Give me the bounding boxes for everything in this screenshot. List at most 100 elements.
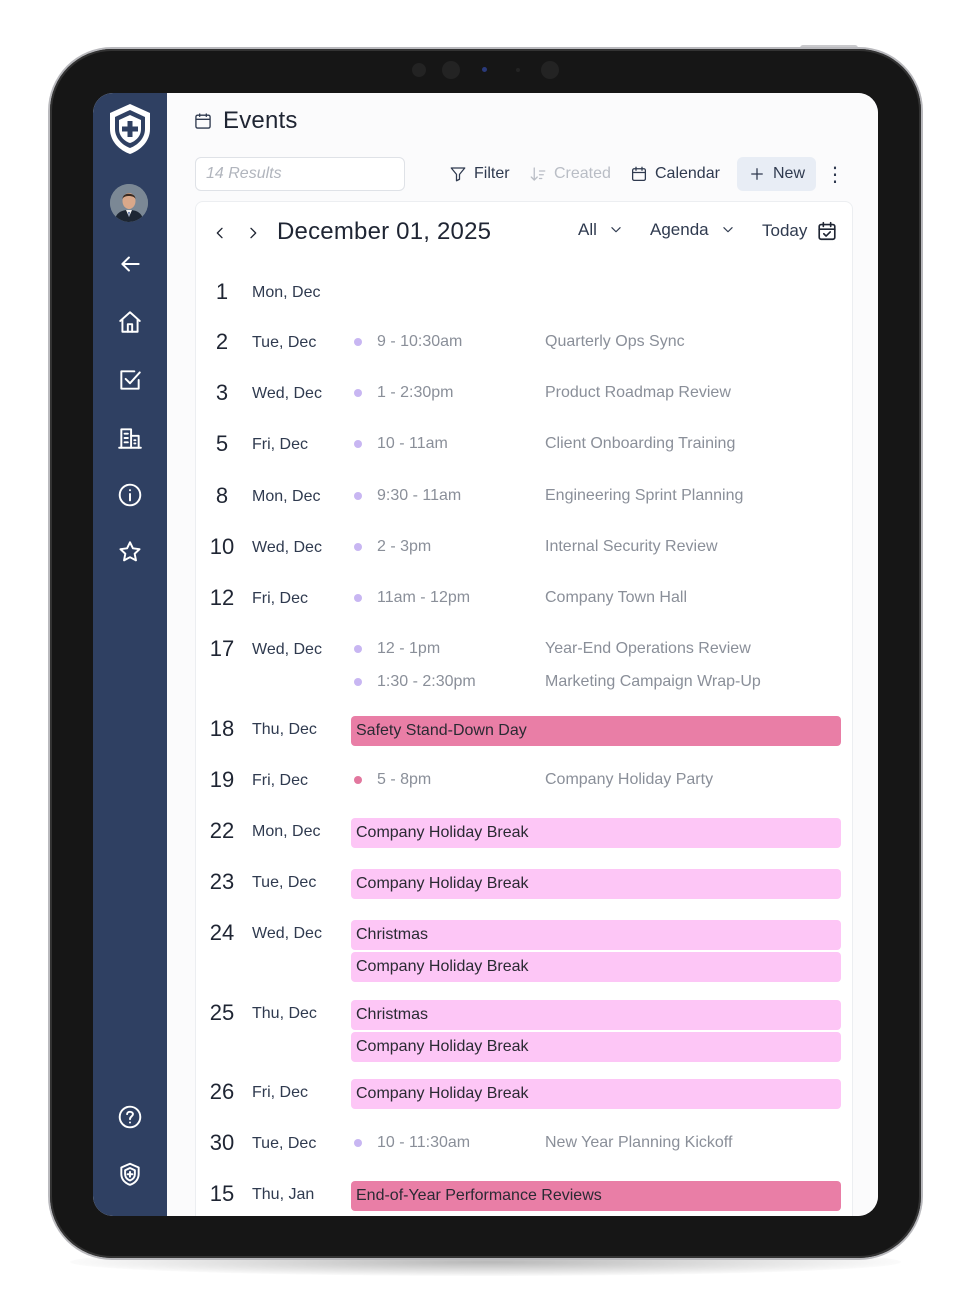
calendar-check-icon [818, 221, 836, 241]
calendar-view-button[interactable]: Calendar [630, 157, 720, 191]
all-day-event[interactable]: Company Holiday Break [351, 818, 841, 848]
view-dropdown[interactable]: Agenda [650, 220, 735, 240]
day-number[interactable]: 5 [196, 429, 248, 459]
calendar-view-label: Calendar [655, 165, 720, 182]
event-dot-icon [354, 389, 362, 397]
timed-event[interactable]: 9 - 10:30am Quarterly Ops Sync [352, 329, 842, 355]
all-day-event[interactable]: Company Holiday Break [351, 869, 841, 899]
event-title: Internal Security Review [545, 538, 718, 555]
event-title: Company Holiday Party [545, 771, 714, 788]
info-icon[interactable] [115, 480, 145, 510]
indicator-light [482, 67, 487, 72]
timed-event[interactable]: 9:30 - 11am Engineering Sprint Planning [352, 483, 842, 509]
timed-event[interactable]: 5 - 8pm Company Holiday Party [352, 767, 842, 793]
day-number[interactable]: 30 [196, 1128, 248, 1158]
timed-event[interactable]: 12 - 1pm Year-End Operations Review [352, 636, 842, 662]
agenda-card: December 01, 2025 All Agenda Today 1 Mon,… [195, 201, 853, 1216]
event-dot-icon [354, 440, 362, 448]
day-number[interactable]: 24 [196, 918, 248, 948]
shield-badge-icon[interactable] [115, 1159, 145, 1189]
sort-created-button[interactable]: Created [529, 157, 611, 191]
timed-event[interactable]: 2 - 3pm Internal Security Review [352, 534, 842, 560]
all-day-event[interactable]: Christmas [351, 1000, 841, 1030]
day-label: Wed, Dec [252, 385, 322, 402]
day-label: Wed, Dec [252, 539, 322, 556]
day-number[interactable]: 15 [196, 1179, 248, 1209]
event-title: Quarterly Ops Sync [545, 333, 685, 350]
day-number[interactable]: 10 [196, 532, 248, 562]
search-input[interactable] [195, 157, 405, 191]
event-time: 9 - 10:30am [377, 333, 463, 350]
all-day-event[interactable]: Company Holiday Break [351, 1032, 841, 1062]
event-time: 10 - 11:30am [377, 1134, 471, 1151]
event-title: New Year Planning Kickoff [545, 1134, 733, 1151]
filter-dropdown-value: All [578, 220, 597, 239]
day-label: Mon, Dec [252, 823, 321, 840]
day-label: Fri, Dec [252, 1084, 308, 1101]
day-number[interactable]: 23 [196, 867, 248, 897]
timed-event[interactable]: 1 - 2:30pm Product Roadmap Review [352, 380, 842, 406]
all-day-event[interactable]: Company Holiday Break [351, 952, 841, 982]
shield-logo-icon[interactable] [105, 101, 155, 157]
chevron-left-icon[interactable] [209, 222, 231, 244]
timed-event[interactable]: 1:30 - 2:30pm Marketing Campaign Wrap-Up [352, 669, 842, 695]
help-icon[interactable] [115, 1102, 145, 1132]
all-day-event[interactable]: Safety Stand-Down Day [351, 716, 841, 746]
home-icon[interactable] [115, 307, 145, 337]
filter-button[interactable]: Filter [449, 157, 510, 191]
day-label: Tue, Dec [252, 334, 317, 351]
event-title: Client Onboarding Training [545, 435, 736, 452]
calendar-header: December 01, 2025 All Agenda Today [196, 202, 852, 268]
day-number[interactable]: 19 [196, 765, 248, 795]
chevron-right-icon[interactable] [242, 222, 264, 244]
day-number[interactable]: 1 [196, 277, 248, 307]
day-number[interactable]: 26 [196, 1077, 248, 1107]
all-day-event[interactable]: Christmas [351, 920, 841, 950]
day-number[interactable]: 22 [196, 816, 248, 846]
day-number[interactable]: 3 [196, 378, 248, 408]
event-time: 2 - 3pm [377, 538, 432, 555]
day-number[interactable]: 2 [196, 327, 248, 357]
camera-icon [442, 61, 460, 79]
day-number[interactable]: 12 [196, 583, 248, 613]
day-label: Mon, Dec [252, 488, 321, 505]
page-header: Events [193, 107, 298, 135]
sidebar [93, 93, 167, 1216]
day-label: Thu, Jan [252, 1186, 315, 1203]
back-arrow-icon[interactable] [115, 249, 145, 279]
event-dot-icon [354, 645, 362, 653]
current-date: December 01, 2025 [277, 218, 492, 245]
day-number[interactable]: 25 [196, 998, 248, 1028]
day-label: Fri, Dec [252, 772, 308, 789]
avatar[interactable] [110, 184, 148, 222]
day-number[interactable]: 17 [196, 634, 248, 664]
sensor-icon [412, 63, 426, 77]
timed-event[interactable]: 10 - 11am Client Onboarding Training [352, 431, 842, 457]
more-options-icon[interactable]: ⋮ [825, 157, 845, 191]
event-title: Year-End Operations Review [545, 640, 751, 657]
timed-event[interactable]: 10 - 11:30am New Year Planning Kickoff [352, 1130, 842, 1156]
filter-dropdown[interactable]: All [578, 220, 623, 240]
sort-created-label: Created [554, 165, 611, 182]
new-button[interactable]: New [737, 157, 817, 191]
day-number[interactable]: 18 [196, 714, 248, 744]
event-time: 10 - 11am [377, 435, 448, 452]
event-title: Company Town Hall [545, 589, 687, 606]
today-label: Today [762, 221, 808, 240]
today-button[interactable]: Today [762, 220, 838, 242]
timed-event[interactable]: 11am - 12pm Company Town Hall [352, 585, 842, 611]
day-label: Wed, Dec [252, 925, 322, 942]
event-time: 11am - 12pm [377, 589, 471, 606]
all-day-event[interactable]: End-of-Year Performance Reviews [351, 1181, 841, 1211]
event-dot-icon [354, 492, 362, 500]
day-number[interactable]: 8 [196, 481, 248, 511]
star-icon[interactable] [115, 537, 145, 567]
checklist-icon[interactable] [115, 365, 145, 395]
buildings-icon[interactable] [115, 423, 145, 453]
all-day-event[interactable]: Company Holiday Break [351, 1079, 841, 1109]
event-dot-icon [354, 338, 362, 346]
event-title: Product Roadmap Review [545, 384, 731, 401]
sort-icon [530, 167, 546, 181]
filter-label: Filter [474, 165, 510, 182]
filter-icon [450, 167, 466, 182]
